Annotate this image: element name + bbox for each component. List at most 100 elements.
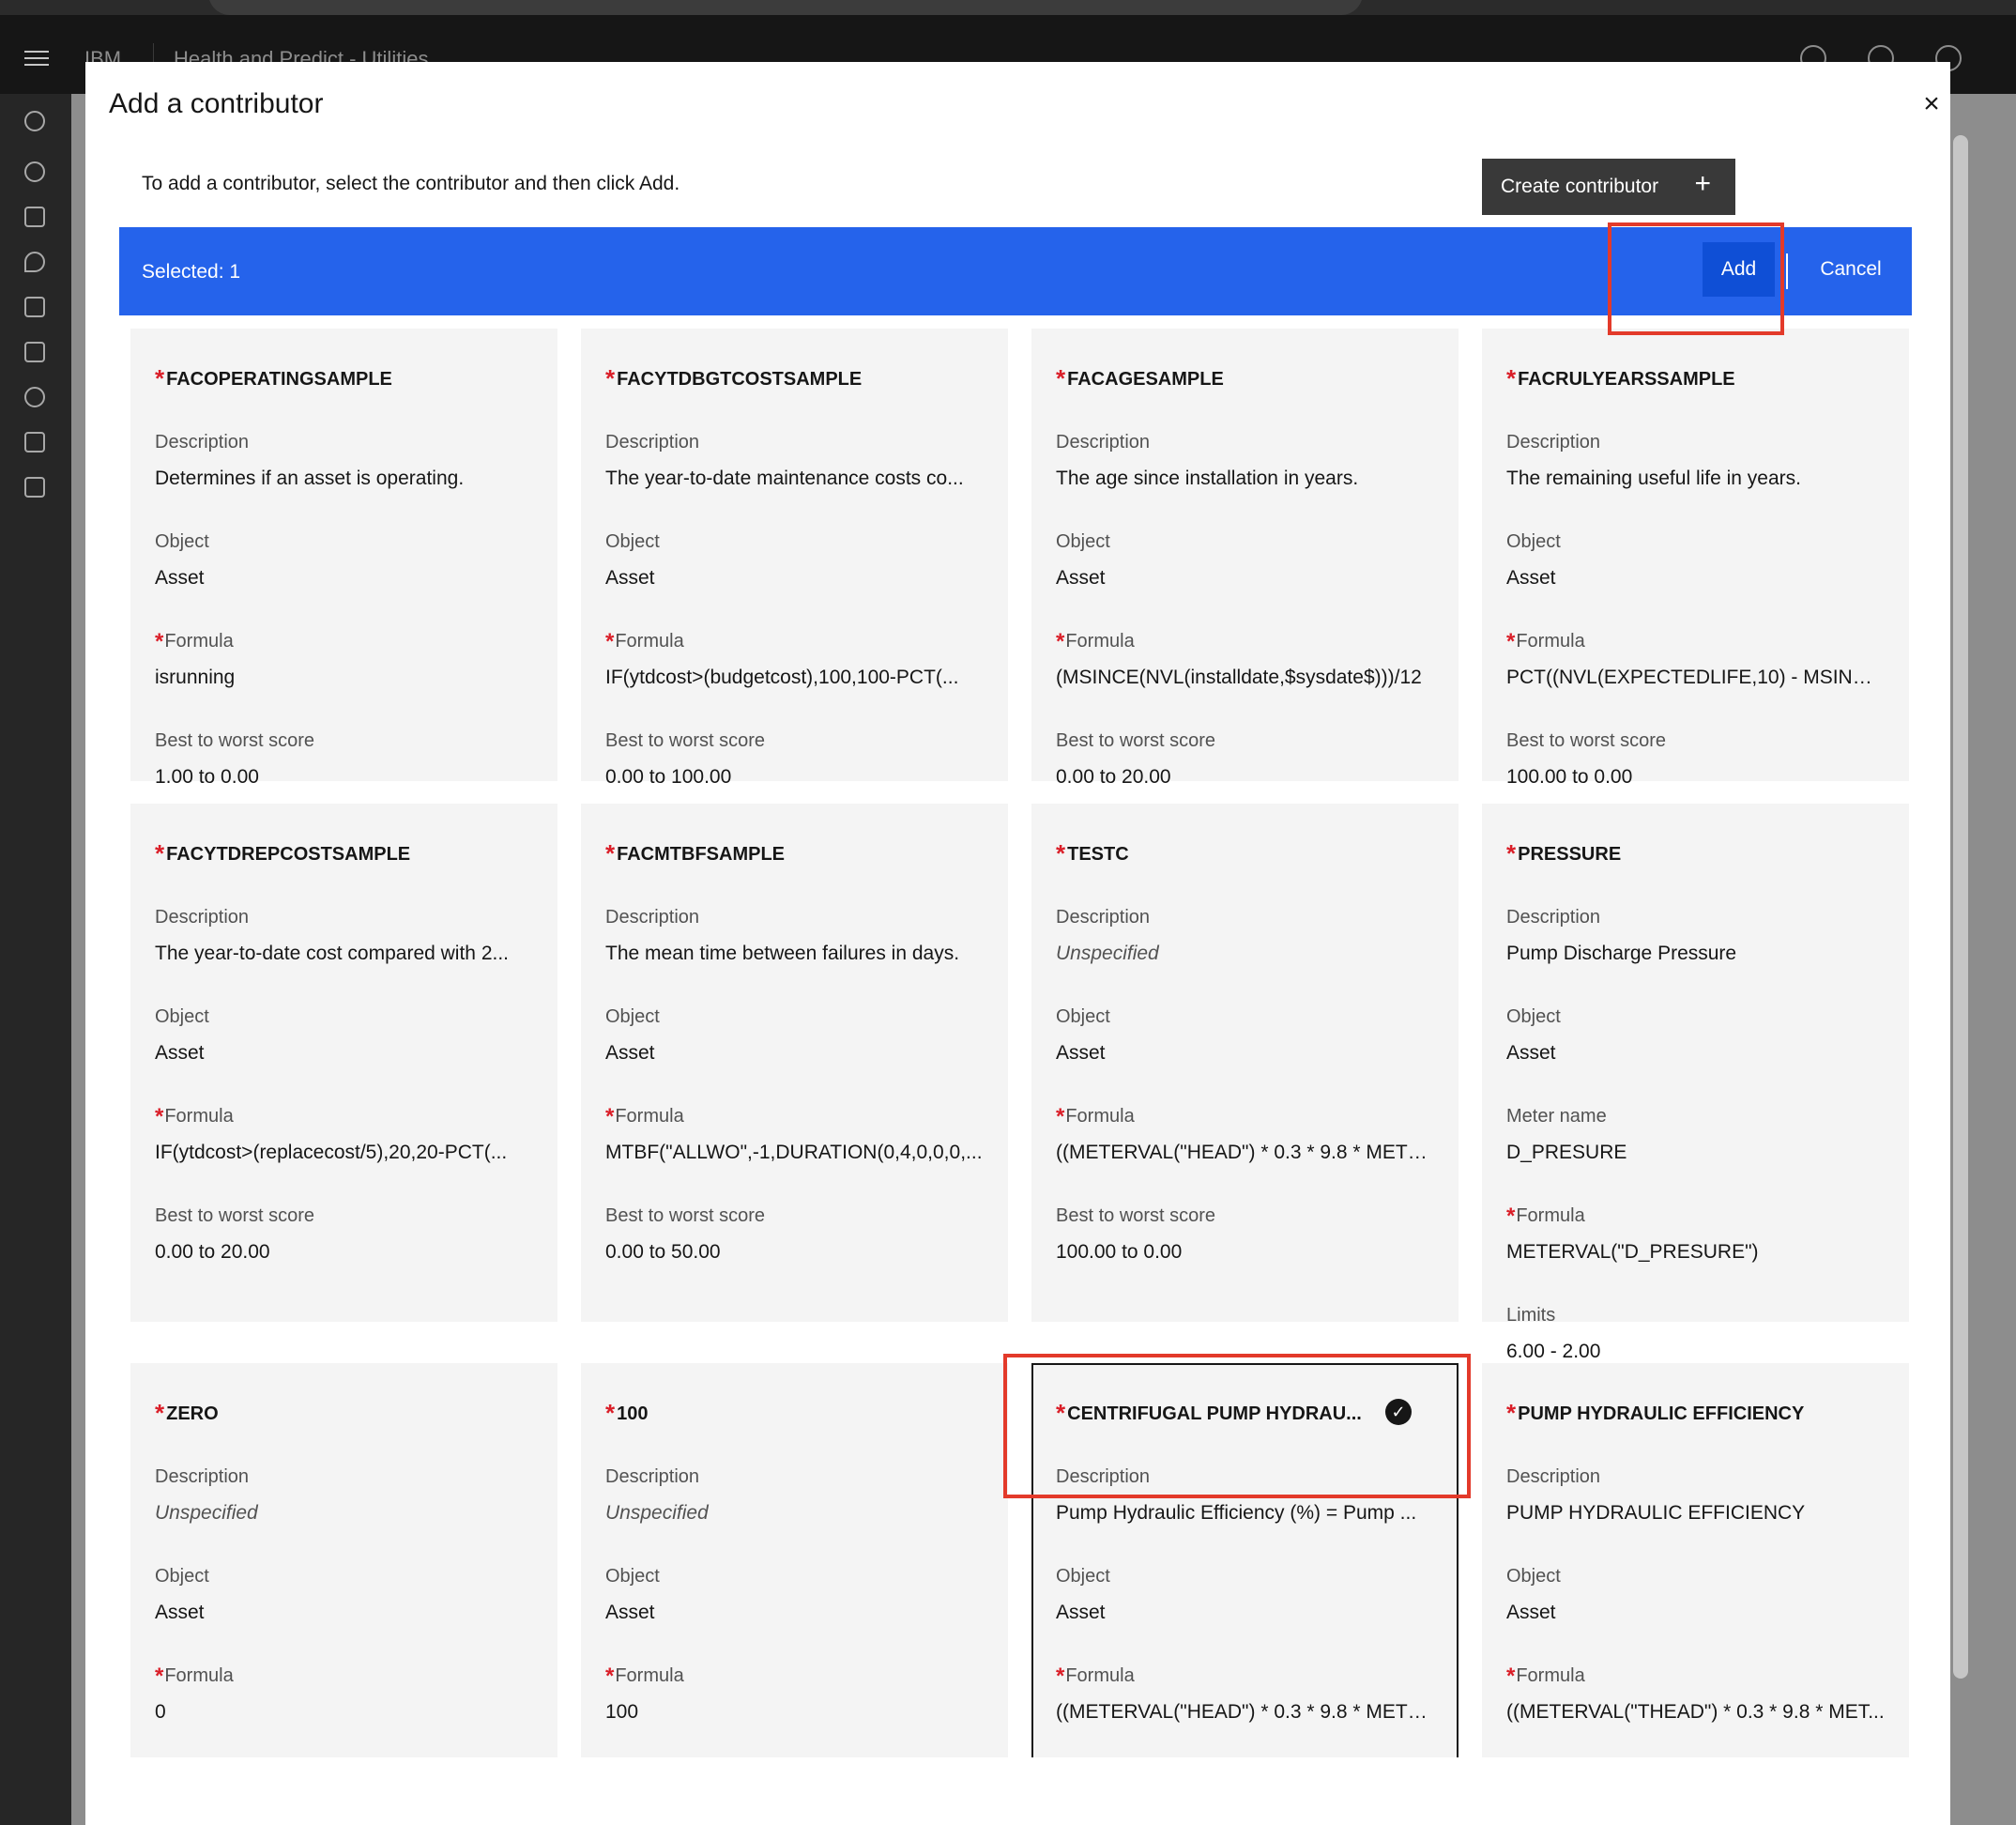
create-contributor-button[interactable]: Create contributor +	[1482, 159, 1735, 215]
field-label-text: Object	[1506, 1566, 1561, 1587]
card-title: * CENTRIFUGAL PUMP HYDRAU...	[1056, 1399, 1434, 1427]
field-label-text: Object	[1506, 1006, 1561, 1027]
field-label-text: Description	[1506, 1466, 1601, 1487]
required-marker: *	[1506, 1399, 1517, 1427]
card-title: * 100	[605, 1399, 984, 1427]
field-value: 100.00 to 0.00	[1506, 766, 1633, 788]
menu-icon[interactable]	[24, 51, 49, 68]
field-label-text: Formula	[1065, 1665, 1135, 1686]
field-value: The year-to-date maintenance costs co...	[605, 468, 964, 489]
required-marker: *	[1056, 1399, 1066, 1427]
browser-toolbar	[0, 0, 2016, 15]
card-title: * FACYTDBGTCOSTSAMPLE	[605, 364, 984, 392]
field-label-text: Description	[605, 432, 700, 452]
cancel-button[interactable]: Cancel	[1799, 242, 1902, 297]
instructions: To add a contributor, select the contrib…	[142, 173, 680, 194]
contributor-card[interactable]: * CENTRIFUGAL PUMP HYDRAU... ✓ Description P…	[1031, 1363, 1459, 1757]
history-icon[interactable]	[24, 161, 45, 182]
field-value: Asset	[155, 1042, 205, 1064]
browser-address-bar[interactable]	[208, 0, 1363, 15]
field-label-text: Formula	[1516, 1205, 1585, 1226]
field-label-text: Description	[1506, 432, 1601, 452]
required-marker: *	[1506, 839, 1517, 867]
contributor-card[interactable]: * TESTC Description Unspecified Object Asset *…	[1031, 804, 1459, 1322]
field-label: Object	[1506, 1564, 1885, 1588]
field-label: *Formula	[155, 1104, 533, 1129]
field-label-text: Formula	[1516, 1665, 1585, 1686]
required-marker: *	[1506, 1204, 1516, 1229]
contributor-card[interactable]: * FACRULYEARSSAMPLE Description The remaini…	[1482, 329, 1909, 788]
required-marker: *	[1056, 839, 1066, 867]
field-label-text: Object	[155, 1006, 209, 1027]
required-marker: *	[1506, 629, 1516, 654]
field-label-text: Object	[1056, 531, 1110, 552]
create-contributor-label: Create contributor	[1501, 176, 1659, 197]
card-title-text: ZERO	[166, 1403, 219, 1424]
field-label-text: Object	[155, 531, 209, 552]
contributor-card[interactable]: * 100 Description Unspecified Object Asset *Fo…	[581, 1363, 1008, 1757]
gauge-icon[interactable]	[24, 387, 45, 407]
field-label: Best to worst score	[1056, 728, 1434, 753]
card-title: * FACAGESAMPLE	[1056, 364, 1434, 392]
contributor-card[interactable]: * PRESSURE Description Pump Discharge Press…	[1482, 804, 1909, 1362]
field-label: *Formula	[1506, 629, 1885, 654]
field-label-text: Description	[1056, 1466, 1151, 1487]
field-label-text: Description	[155, 432, 250, 452]
contributor-card[interactable]: * FACAGESAMPLE Description The age since in…	[1031, 329, 1459, 788]
contributor-card[interactable]: * ZERO Description Unspecified Object Asset *F…	[130, 1363, 557, 1757]
action-divider	[1786, 253, 1788, 289]
field-value: PUMP HYDRAULIC EFFICIENCY	[1506, 1502, 1806, 1524]
field-value: Asset	[1506, 567, 1556, 589]
card-title-text: FACRULYEARSSAMPLE	[1518, 369, 1735, 390]
selected-count: Selected: 1	[142, 261, 241, 283]
field-label: *Formula	[605, 629, 984, 654]
field-label: Best to worst score	[155, 728, 533, 753]
field-value: MTBF("ALLWO",-1,DURATION(0,4,0,0,0,...	[605, 1142, 983, 1163]
modal-scrollbar[interactable]	[1953, 135, 1968, 1679]
field-value: Unspecified	[1056, 943, 1159, 964]
tools-icon[interactable]	[24, 207, 45, 227]
contributor-card[interactable]: * PUMP HYDRAULIC EFFICIENCY Description PUM…	[1482, 1363, 1909, 1757]
contributor-card[interactable]: * FACOPERATINGSAMPLE Description Determines…	[130, 329, 557, 788]
field-label-text: Formula	[1065, 631, 1135, 652]
required-marker: *	[605, 839, 616, 867]
add-button[interactable]: Add	[1703, 242, 1775, 297]
required-marker: *	[605, 1399, 616, 1427]
field-label: Description	[1506, 430, 1885, 454]
search-icon[interactable]	[24, 111, 45, 131]
location-icon[interactable]	[24, 252, 45, 272]
required-marker: *	[1506, 1664, 1516, 1689]
field-label-text: Formula	[1065, 1106, 1135, 1127]
field-value: 100	[605, 1701, 639, 1723]
contributor-card[interactable]: * FACYTDREPCOSTSAMPLE Description The year-…	[130, 804, 557, 1322]
field-label: Description	[1056, 905, 1434, 929]
field-label: Best to worst score	[1056, 1204, 1434, 1228]
checklist-icon[interactable]	[24, 297, 45, 317]
field-label-text: Object	[1056, 1006, 1110, 1027]
field-label: *Formula	[1056, 629, 1434, 654]
settings-adjust-icon[interactable]	[24, 477, 45, 498]
field-label: *Formula	[1506, 1664, 1885, 1689]
card-title-text: 100	[617, 1403, 649, 1424]
required-marker: *	[605, 364, 616, 392]
field-label: Object	[605, 1564, 984, 1588]
selection-action-bar: Selected: 1 Add Cancel	[119, 227, 1912, 315]
field-label-text: Object	[605, 1006, 660, 1027]
field-label-text: Description	[1056, 432, 1151, 452]
field-label-text: Object	[605, 1566, 660, 1587]
field-label-text: Description	[1056, 907, 1151, 928]
required-marker: *	[605, 1104, 615, 1129]
field-label-text: Object	[155, 1566, 209, 1587]
dashboard-icon[interactable]	[24, 342, 45, 362]
required-marker: *	[1056, 364, 1066, 392]
contributor-card[interactable]: * FACMTBFSAMPLE Description The mean time b…	[581, 804, 1008, 1322]
contributor-card[interactable]: * FACYTDBGTCOSTSAMPLE Description The year-…	[581, 329, 1008, 788]
field-label-text: Description	[605, 907, 700, 928]
card-title-text: CENTRIFUGAL PUMP HYDRAU...	[1067, 1403, 1362, 1424]
field-label: Object	[1056, 1005, 1434, 1029]
hierarchy-icon[interactable]	[24, 432, 45, 452]
close-icon[interactable]: ×	[1916, 88, 1947, 120]
required-marker: *	[155, 1399, 165, 1427]
field-label: Object	[1506, 529, 1885, 554]
field-label-text: Formula	[615, 1106, 684, 1127]
